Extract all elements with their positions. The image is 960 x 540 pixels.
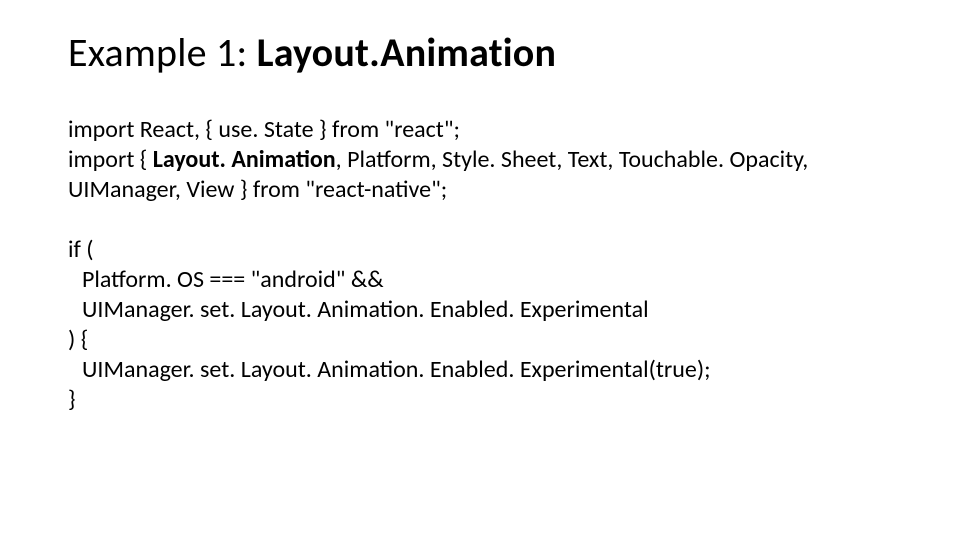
code-line-5: UIManager. set. Layout. Animation. Enabl… (68, 295, 900, 325)
code-line-1: import React, { use. State } from "react… (68, 115, 900, 145)
slide: Example 1: Layout.Animation import React… (0, 0, 960, 540)
code-line-2-bold: Layout. Animation (153, 145, 336, 174)
code-line-8: } (68, 385, 900, 415)
title-bold: Layout.Animation (257, 28, 557, 77)
slide-title: Example 1: Layout.Animation (68, 28, 900, 77)
code-line-6: ) { (68, 325, 900, 355)
title-prefix: Example 1: (68, 28, 257, 77)
code-line-2a: import { (68, 145, 153, 174)
code-line-3: if ( (68, 235, 900, 265)
code-line-2: import { Layout. Animation, Platform, St… (68, 145, 900, 205)
code-line-4: Platform. OS === "android" && (68, 265, 900, 295)
code-line-7: UIManager. set. Layout. Animation. Enabl… (68, 355, 900, 385)
code-block: import React, { use. State } from "react… (68, 115, 900, 415)
spacer (68, 205, 900, 235)
